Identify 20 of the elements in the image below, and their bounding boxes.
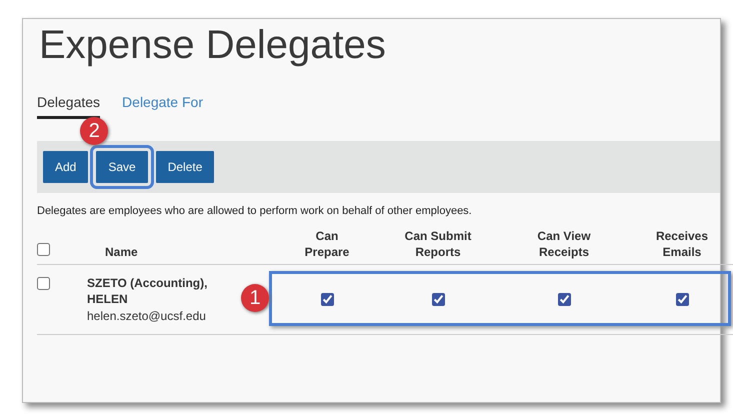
callout-badge: 1 — [241, 284, 269, 312]
column-header: Can View Receipts — [536, 228, 592, 261]
tab[interactable]: Delegate For — [122, 91, 203, 119]
permission-checkbox[interactable] — [320, 293, 334, 306]
row-checkbox[interactable] — [37, 276, 50, 290]
column-header: Receives Emails — [654, 228, 710, 261]
callout-badge: 2 — [80, 117, 108, 145]
column-header: Can Submit Reports — [404, 228, 472, 261]
select-all-checkbox[interactable] — [37, 242, 50, 256]
add-button[interactable]: Add — [43, 151, 88, 183]
delete-button[interactable]: Delete — [156, 151, 214, 183]
permission-checkbox[interactable] — [558, 293, 570, 306]
description-text: Delegates are employees who are allowed to perform work on behalf of other employees. — [37, 204, 473, 219]
column-header: Name — [104, 244, 139, 261]
save-button[interactable]: Save — [96, 151, 148, 183]
permission-checkbox[interactable] — [432, 293, 444, 306]
page-title: Expense Delegates — [39, 25, 387, 65]
delegate-email: helen.szeto@ucsf.edu — [87, 308, 207, 326]
permission-checkbox[interactable] — [676, 293, 688, 306]
column-header: Can Prepare — [304, 228, 350, 261]
